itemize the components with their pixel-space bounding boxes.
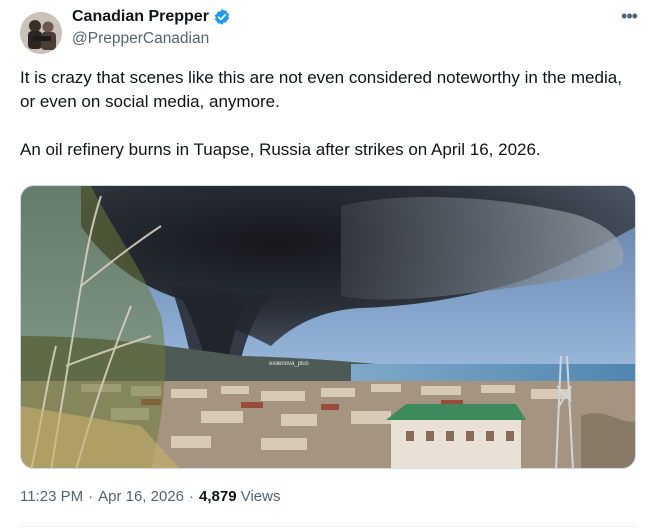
tweet-card: Canadian Prepper @PrepperCanadian ••• It… <box>0 0 658 530</box>
views-count: 4,879 <box>199 488 237 505</box>
tweet-date[interactable]: Apr 16, 2026 <box>98 488 184 505</box>
tweet-text: It is crazy that scenes like this are no… <box>20 66 630 162</box>
avatar[interactable] <box>20 12 62 54</box>
author-name[interactable]: Canadian Prepper <box>72 7 209 27</box>
tweet-meta: 11:23 PM · Apr 16, 2026 · 4,879 Views <box>20 488 281 505</box>
author-row: Canadian Prepper <box>72 7 231 27</box>
tweet-photo[interactable]: exilenova_plus <box>20 185 636 469</box>
tweet-paragraph-2: An oil refinery burns in Tuapse, Russia … <box>20 140 541 159</box>
tweet-paragraph-1: It is crazy that scenes like this are no… <box>20 68 622 111</box>
verified-badge-icon <box>213 8 231 26</box>
more-options-icon[interactable]: ••• <box>618 6 640 26</box>
author-handle[interactable]: @PrepperCanadian <box>72 29 209 49</box>
refinery-smoke-photo: exilenova_plus <box>21 186 635 468</box>
divider <box>20 526 636 527</box>
watermark: exilenova_plus <box>269 361 309 367</box>
tweet-time[interactable]: 11:23 PM <box>20 488 83 505</box>
views-label: Views <box>240 488 281 505</box>
